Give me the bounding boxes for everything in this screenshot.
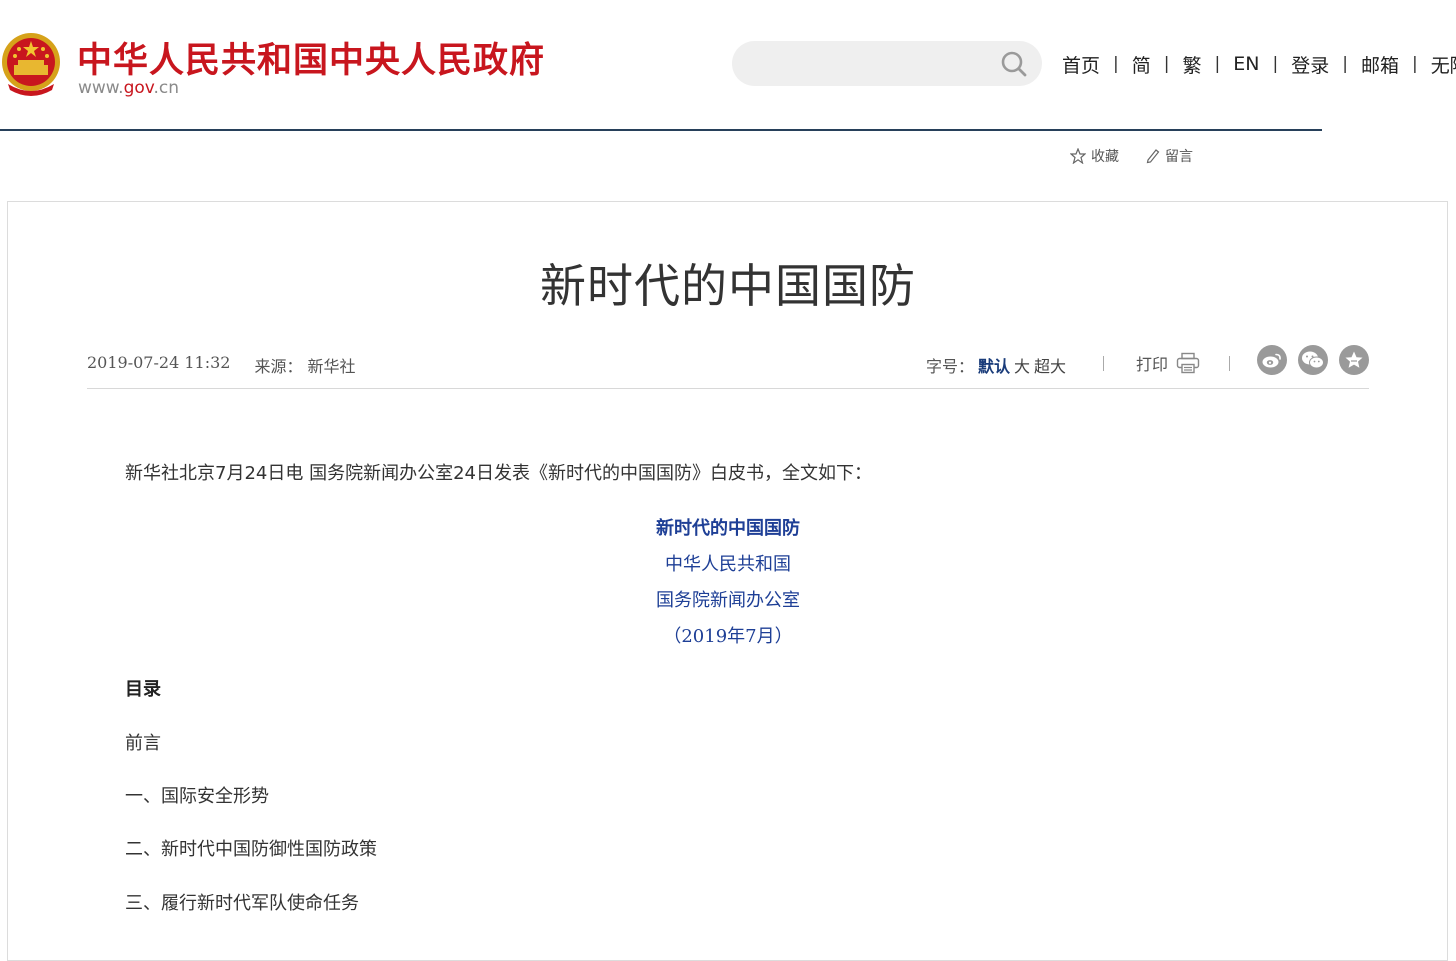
doc-title: 新时代的中国国防 [656,518,800,539]
toc-title: 目录 [125,679,161,700]
meta-divider-line [87,388,1369,389]
nav-separator: | [1342,54,1348,74]
message-button[interactable]: 留言 [1145,146,1193,166]
wechat-icon [1302,351,1324,369]
star-outline-icon [1070,148,1086,164]
font-size-default[interactable]: 默认 [978,353,1010,377]
print-button[interactable]: 打印 [1136,351,1200,375]
nav-traditional[interactable]: 繁 [1183,51,1202,78]
nav-separator: | [1214,54,1221,74]
qzone-share-button[interactable] [1339,345,1369,375]
nav-home[interactable]: 首页 [1062,51,1100,78]
nav-mail[interactable]: 邮箱 [1361,51,1399,78]
font-size-xlarge[interactable]: 超大 [1034,353,1066,377]
toc-item[interactable]: 二、新时代中国防御性国防政策 [125,835,377,861]
nav-separator: | [1113,54,1119,74]
nav-separator: | [1411,54,1418,74]
doc-issuer-country: 中华人民共和国 [665,554,791,575]
font-size-label: 字号： [926,357,975,376]
search-input[interactable] [754,51,998,78]
font-size-control: 字号： 默认 大 超大 [926,353,1066,377]
article-source: 来源： 新华社 [254,357,356,376]
pencil-icon [1146,149,1160,164]
article-meta: 2019-07-24 11:32 来源： 新华社 [87,353,356,377]
publish-date: 2019-07-24 11:32 [87,353,231,372]
weibo-share-button[interactable] [1257,345,1287,375]
article-title: 新时代的中国国防 [540,259,916,313]
doc-date: （2019年7月） [663,626,793,647]
print-label: 打印 [1136,355,1169,374]
wechat-share-button[interactable] [1298,345,1328,375]
favorite-label: 收藏 [1091,149,1119,165]
font-size-large[interactable]: 大 [1014,353,1030,377]
nav-separator: | [1163,54,1170,74]
article-lead-paragraph: 新华社北京7月24日电 国务院新闻办公室24日发表《新时代的中国国防》白皮书，全… [125,463,872,484]
top-nav: 首页 | 简 | 繁 | EN | 登录 | 邮箱 | 无障碍 [1062,50,1456,78]
nav-accessibility[interactable]: 无障碍 [1431,51,1456,78]
toc-item[interactable]: 一、国际安全形势 [125,782,269,808]
nav-separator: | [1272,54,1279,74]
nav-english[interactable]: EN [1233,53,1259,75]
nav-login[interactable]: 登录 [1291,51,1329,78]
meta-divider [1103,356,1104,371]
meta-divider [1229,356,1230,371]
site-title[interactable]: 中华人民共和国中央人民政府 [77,32,545,83]
weibo-icon [1262,353,1281,368]
national-emblem-icon [2,33,60,96]
header-divider [0,129,1322,131]
site-domain: www.gov.cn [78,78,180,98]
doc-issuer-office: 国务院新闻办公室 [656,590,800,611]
favorite-button[interactable]: 收藏 [1070,146,1119,166]
printer-icon [1176,352,1200,374]
nav-simplified[interactable]: 简 [1132,51,1151,78]
toc-item[interactable]: 前言 [125,729,161,755]
message-label: 留言 [1165,149,1193,165]
toc-item[interactable]: 三、履行新时代军队使命任务 [125,889,359,915]
search-icon[interactable] [1000,50,1028,78]
qzone-star-icon [1345,351,1363,368]
search-box [732,41,1042,86]
